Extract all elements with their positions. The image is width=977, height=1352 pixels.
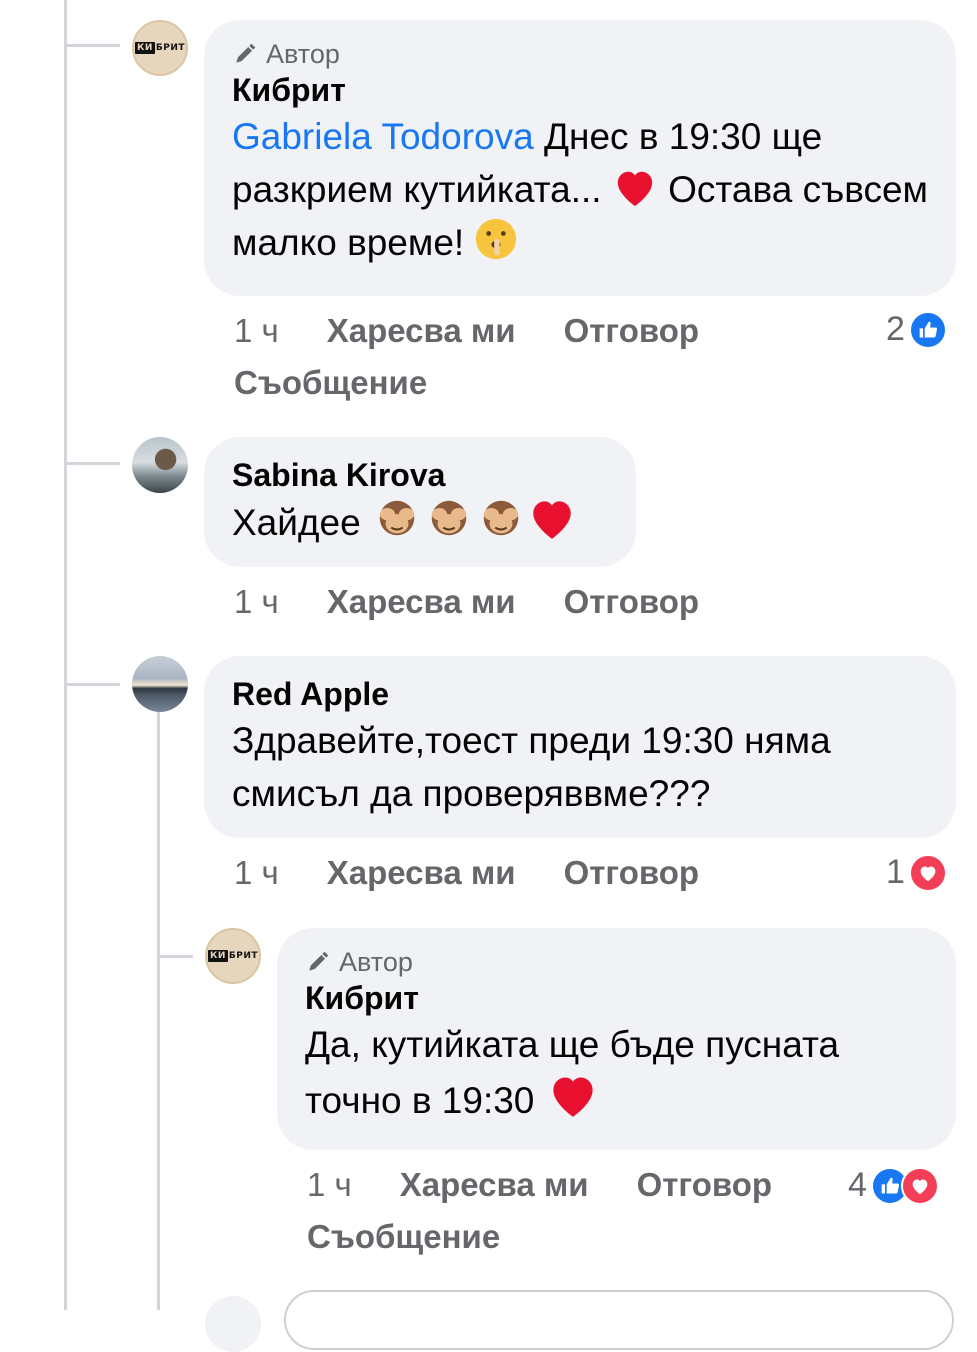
like-reaction-icon bbox=[908, 310, 947, 349]
comment-bubble: Sabina Kirova Хайдее bbox=[204, 437, 636, 567]
comment-text: Здравейте,тоест преди 19:30 няма смисъл … bbox=[232, 720, 831, 814]
comment-author-name[interactable]: Red Apple bbox=[232, 674, 928, 714]
reaction-summary[interactable]: 1 bbox=[886, 853, 947, 892]
avatar[interactable]: КИ БРИТ bbox=[132, 20, 188, 76]
like-button[interactable]: Харесва ми bbox=[400, 1166, 589, 1204]
message-button[interactable]: Съобщение bbox=[234, 364, 427, 402]
comment-actions: 1 ч Харесва ми Отговор bbox=[307, 1166, 772, 1204]
avatar[interactable]: КИ БРИТ bbox=[205, 928, 261, 984]
reply-input[interactable] bbox=[284, 1290, 954, 1350]
thread-line-reply bbox=[157, 712, 160, 1310]
comment-time[interactable]: 1 ч bbox=[234, 583, 279, 621]
red-heart-emoji bbox=[617, 171, 652, 207]
comment-author-name[interactable]: Кибрит bbox=[232, 70, 928, 110]
reply-button[interactable]: Отговор bbox=[564, 854, 699, 892]
thread-branch-3 bbox=[64, 683, 120, 686]
comment-time[interactable]: 1 ч bbox=[234, 854, 279, 892]
reaction-count: 4 bbox=[848, 1166, 867, 1204]
reply-button[interactable]: Отговор bbox=[564, 312, 699, 350]
comment-author-name[interactable]: Sabina Kirova bbox=[232, 455, 608, 495]
comment-bubble: Red Apple Здравейте,тоест преди 19:30 ня… bbox=[204, 656, 956, 838]
love-reaction-icon bbox=[908, 853, 947, 892]
avatar bbox=[205, 1296, 261, 1352]
comment-bubble: Автор Кибрит Да, кутийката ще бъде пусна… bbox=[277, 928, 956, 1150]
like-button[interactable]: Харесва ми bbox=[327, 583, 516, 621]
red-heart-emoji bbox=[553, 1077, 593, 1117]
reaction-count: 1 bbox=[886, 853, 905, 891]
comment-time[interactable]: 1 ч bbox=[307, 1166, 352, 1204]
author-badge: Автор bbox=[232, 38, 928, 70]
pencil-icon bbox=[236, 43, 256, 63]
comment-time[interactable]: 1 ч bbox=[234, 312, 279, 350]
author-badge-label: Автор bbox=[266, 39, 340, 69]
reaction-summary[interactable]: 2 bbox=[886, 310, 947, 349]
reply-button[interactable]: Отговор bbox=[637, 1166, 772, 1204]
comment-bubble: Автор Кибрит Gabriela Todorova Днес в 19… bbox=[204, 20, 956, 296]
author-badge: Автор bbox=[305, 946, 928, 978]
thread-branch-reply bbox=[157, 955, 193, 958]
comment-actions: 1 ч Харесва ми Отговор bbox=[234, 583, 699, 621]
thread-branch-2 bbox=[64, 462, 120, 465]
reaction-count: 2 bbox=[886, 310, 905, 348]
see-no-evil-monkey-emoji bbox=[483, 500, 519, 536]
message-button[interactable]: Съобщение bbox=[307, 1218, 500, 1256]
comment-text: Да, кутийката ще бъде пусната точно в 19… bbox=[305, 1018, 935, 1127]
thread-branch-1 bbox=[64, 44, 120, 47]
red-heart-emoji bbox=[533, 501, 571, 539]
comment-text-part: Хайдее bbox=[232, 502, 371, 543]
mention-link[interactable]: Gabriela Todorova bbox=[232, 116, 534, 157]
see-no-evil-monkey-emoji bbox=[431, 500, 467, 536]
author-badge-label: Автор bbox=[339, 947, 413, 977]
like-button[interactable]: Харесва ми bbox=[327, 312, 516, 350]
kibrit-logo: КИ БРИТ bbox=[207, 950, 259, 962]
comment-actions: 1 ч Харесва ми Отговор bbox=[234, 312, 699, 350]
avatar[interactable] bbox=[132, 656, 188, 712]
shushing-face-emoji bbox=[476, 218, 517, 260]
reply-button[interactable]: Отговор bbox=[564, 583, 699, 621]
kibrit-logo: КИ БРИТ bbox=[134, 42, 186, 54]
see-no-evil-monkey-emoji bbox=[379, 500, 415, 536]
reaction-summary[interactable]: 4 bbox=[848, 1166, 939, 1205]
comment-text: Gabriela Todorova Днес в 19:30 ще разкри… bbox=[232, 110, 928, 269]
like-button[interactable]: Харесва ми bbox=[327, 854, 516, 892]
love-reaction-icon bbox=[900, 1166, 939, 1205]
comment-author-name[interactable]: Кибрит bbox=[305, 978, 928, 1018]
comment-actions: 1 ч Харесва ми Отговор bbox=[234, 854, 699, 892]
comment-text: Хайдее bbox=[232, 495, 608, 549]
pencil-icon bbox=[309, 951, 329, 971]
avatar[interactable] bbox=[132, 437, 188, 493]
thread-line-main bbox=[64, 0, 67, 1310]
